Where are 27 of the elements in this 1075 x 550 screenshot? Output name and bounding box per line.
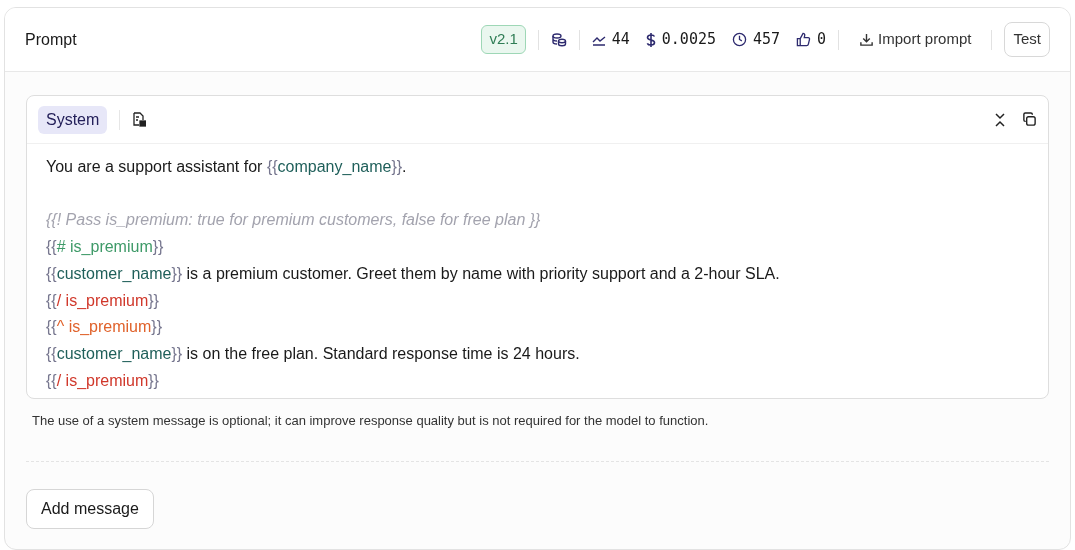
thumbs-up-icon bbox=[796, 32, 812, 47]
download-icon bbox=[859, 32, 875, 47]
prompt-line: {{customer_name}} is on the free plan. Standard response time is 24 hours. bbox=[46, 343, 581, 364]
add-message-button[interactable]: Add message bbox=[26, 488, 154, 529]
prompt-line: {{/ is_premium}} bbox=[46, 290, 160, 311]
stat-value: 457 bbox=[753, 29, 781, 51]
copy-icon[interactable] bbox=[1022, 112, 1037, 127]
prompt-line: You are a support assistant for {{company_name}}. bbox=[46, 157, 408, 177]
dollar-icon bbox=[645, 31, 656, 48]
helper-text: The use of a system message is optional; it can improve response quality but is not required for the model to function. bbox=[32, 412, 710, 431]
clock-icon bbox=[732, 32, 747, 47]
collapse-icon[interactable] bbox=[994, 112, 1006, 127]
stat-value: 44 bbox=[611, 29, 630, 51]
stat-value: 0 bbox=[817, 29, 827, 51]
prompt-line: {{customer_name}} is a premium customer. Greet them by name with priority support and a 2-hour SLA. bbox=[46, 263, 781, 284]
stat-value: 0.0025 bbox=[661, 29, 716, 51]
coins-icon bbox=[550, 31, 567, 48]
prompt-line: {{# is_premium}} bbox=[46, 237, 165, 258]
template-comment: {{! Pass is_premium: true for premium customers, false for free plan }} bbox=[46, 210, 542, 231]
role-badge: System bbox=[38, 105, 108, 134]
panel-title: Prompt bbox=[25, 29, 77, 50]
prompt-line: {{/ is_premium}} bbox=[46, 370, 160, 391]
prompt-line: {{^ is_premium}} bbox=[46, 317, 163, 338]
document-ai-icon[interactable] bbox=[132, 112, 147, 127]
version-badge: v2.1 bbox=[481, 25, 526, 54]
import-prompt-button[interactable]: Import prompt bbox=[851, 24, 980, 55]
test-button[interactable]: Test bbox=[1004, 22, 1050, 57]
